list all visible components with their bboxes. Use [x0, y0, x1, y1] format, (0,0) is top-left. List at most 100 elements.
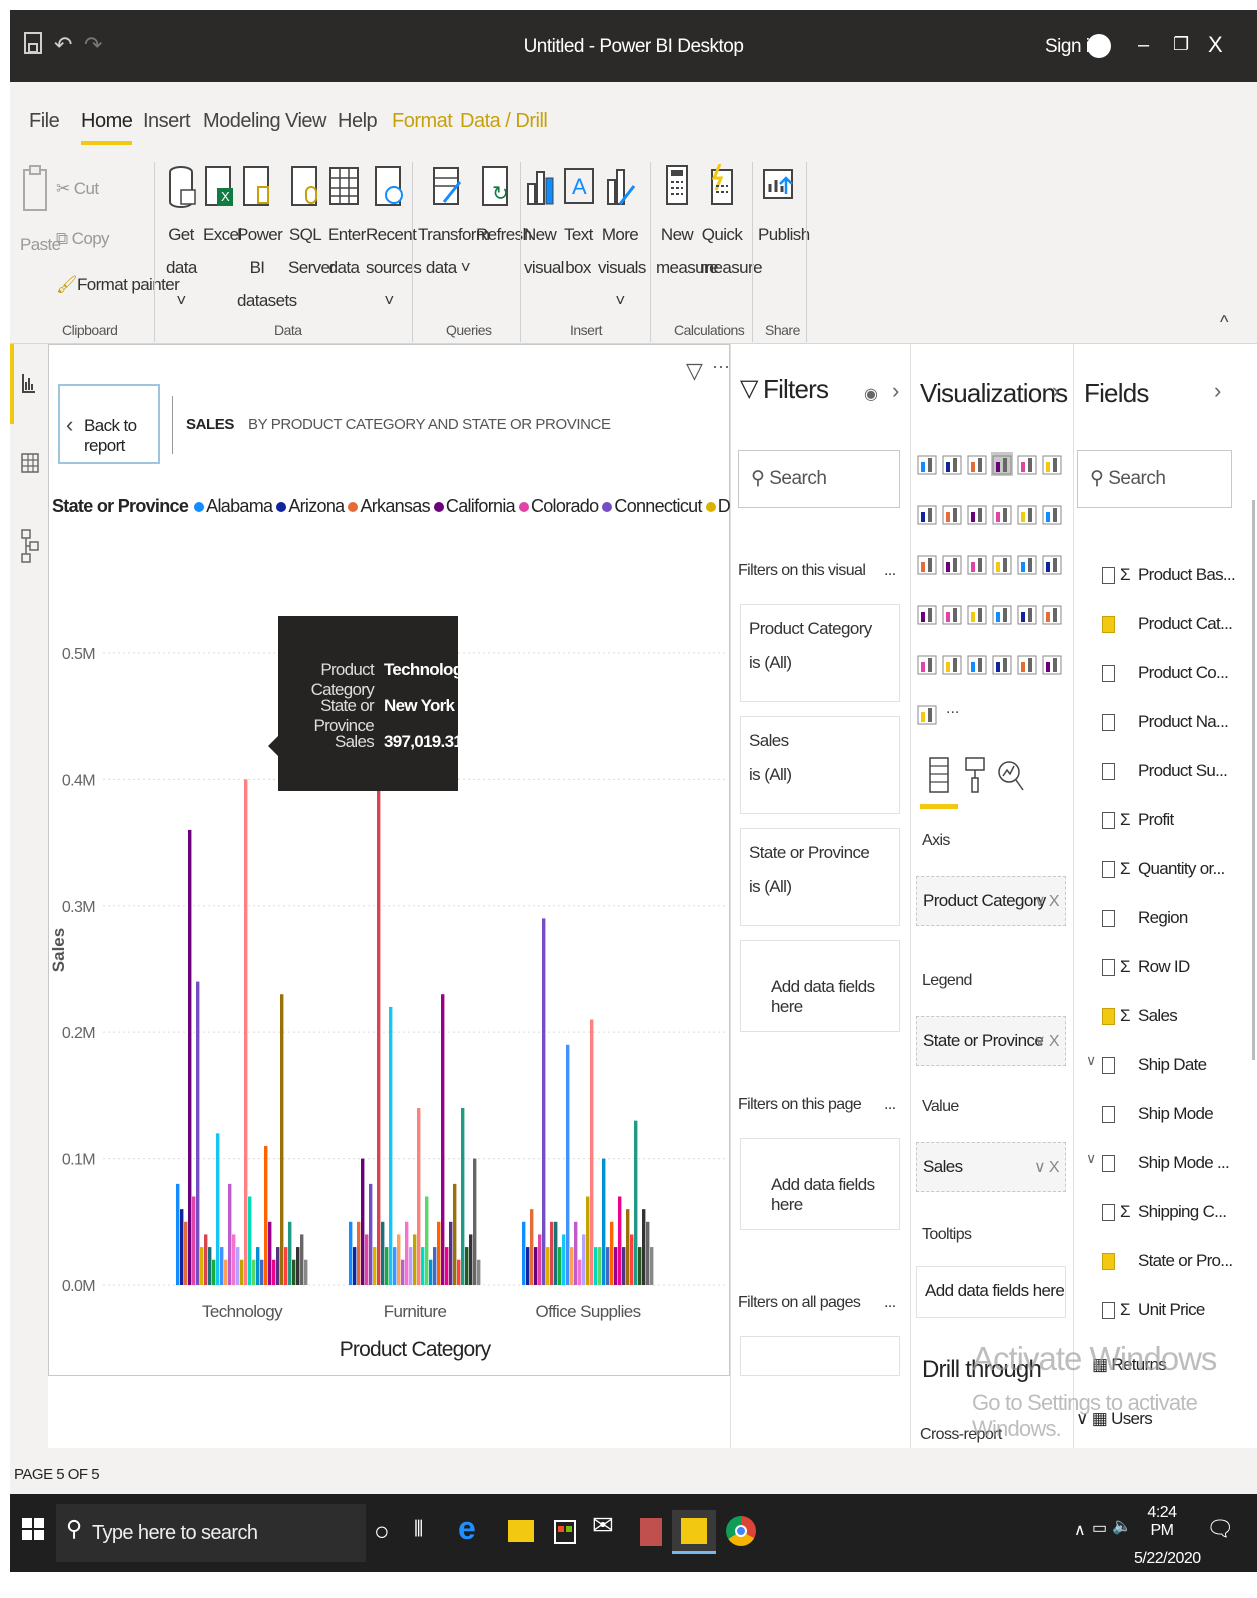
- field-item[interactable]: Σ Product Bas...: [1102, 560, 1236, 590]
- field-item[interactable]: Σ Unit Price: [1102, 1295, 1205, 1325]
- visual-type-icon[interactable]: [916, 652, 938, 676]
- visual-type-icon[interactable]: [1041, 652, 1063, 676]
- remove-field-icon[interactable]: ∨ X: [1034, 891, 1060, 911]
- more-icon[interactable]: ...: [884, 562, 896, 580]
- menu-file[interactable]: File: [29, 110, 60, 133]
- filter-drop-zone-all[interactable]: [740, 1336, 900, 1376]
- field-checkbox[interactable]: [1102, 665, 1115, 683]
- field-item[interactable]: Ship Mode: [1102, 1099, 1214, 1129]
- filters-search-input[interactable]: ⚲ Search: [738, 450, 900, 508]
- menu-modeling[interactable]: Modeling: [203, 110, 281, 133]
- visual-type-icon[interactable]: [966, 502, 988, 526]
- eye-icon[interactable]: ◉: [864, 384, 878, 404]
- expand-icon[interactable]: ∨: [1086, 1150, 1096, 1167]
- more-visuals-button[interactable]: More visuals ˅: [598, 164, 646, 317]
- expand-icon[interactable]: ∨: [1086, 1052, 1096, 1069]
- collapse-ribbon-icon[interactable]: ^: [1220, 312, 1228, 333]
- store-icon[interactable]: [548, 1510, 582, 1554]
- more-icon[interactable]: ...: [884, 1096, 896, 1114]
- visual-type-icon[interactable]: [966, 552, 988, 576]
- visual-type-icon[interactable]: [1041, 602, 1063, 626]
- minimize-icon[interactable]: –: [1138, 34, 1149, 57]
- scrollbar[interactable]: [1252, 500, 1255, 1060]
- format-tab-icon[interactable]: [964, 756, 986, 799]
- field-checkbox[interactable]: [1102, 567, 1115, 585]
- field-item[interactable]: State or Pro...: [1102, 1246, 1233, 1276]
- field-item[interactable]: Σ Sales: [1102, 1001, 1178, 1031]
- text-box-button[interactable]: A Text box: [564, 164, 594, 284]
- visual-type-icon[interactable]: [941, 602, 963, 626]
- tooltips-well[interactable]: Add data fields here: [916, 1266, 1066, 1318]
- new-visual-button[interactable]: New visual: [524, 164, 564, 284]
- visual-type-icon[interactable]: [1016, 502, 1038, 526]
- clock[interactable]: 4:24 PM 5/22/2020: [1134, 1504, 1201, 1568]
- legend-item[interactable]: Alabama: [194, 496, 273, 517]
- visual-type-icon[interactable]: [916, 552, 938, 576]
- mail-icon[interactable]: ✉: [592, 1510, 626, 1554]
- cut-button[interactable]: ✂ Cut: [56, 172, 99, 205]
- visual-type-icon[interactable]: [991, 652, 1013, 676]
- visual-type-icon[interactable]: [1016, 552, 1038, 576]
- get-data-button[interactable]: Get data ˅: [166, 164, 197, 317]
- back-to-report-button[interactable]: ‹ Back to report: [58, 384, 160, 464]
- field-checkbox[interactable]: [1102, 616, 1115, 634]
- field-checkbox[interactable]: [1102, 1302, 1115, 1320]
- value-well[interactable]: Sales ∨ X: [916, 1142, 1066, 1192]
- enter-data-button[interactable]: Enter data: [328, 164, 366, 284]
- visual-type-icon[interactable]: [991, 552, 1013, 576]
- field-checkbox[interactable]: [1102, 812, 1115, 830]
- visual-type-icon[interactable]: [966, 602, 988, 626]
- windows-start-icon[interactable]: [22, 1518, 44, 1545]
- power-bi-datasets-button[interactable]: Power BI datasets: [237, 164, 297, 317]
- analytics-tab-icon[interactable]: [998, 756, 1024, 801]
- field-checkbox[interactable]: [1102, 910, 1115, 928]
- legend-item[interactable]: Connecticut: [602, 496, 702, 517]
- quick-measure-button[interactable]: Quick measure: [700, 163, 763, 284]
- paste-button[interactable]: Paste: [20, 164, 61, 261]
- app-icon[interactable]: [636, 1510, 670, 1554]
- visual-type-icon[interactable]: [916, 502, 938, 526]
- transform-data-button[interactable]: Transform data ˅: [418, 164, 490, 284]
- copy-button[interactable]: ⧉ Copy: [56, 222, 110, 255]
- visual-type-icon[interactable]: [1016, 652, 1038, 676]
- restore-icon[interactable]: ❐: [1173, 34, 1189, 55]
- close-icon[interactable]: X: [1208, 32, 1223, 58]
- visual-type-icon[interactable]: [966, 652, 988, 676]
- notification-icon[interactable]: 🗨: [1206, 1516, 1234, 1542]
- task-view-icon[interactable]: ⫴: [414, 1516, 423, 1542]
- field-checkbox[interactable]: [1102, 1204, 1115, 1222]
- report-view-icon[interactable]: [21, 372, 37, 399]
- power-bi-taskbar-icon[interactable]: [672, 1510, 716, 1554]
- fields-tab-icon[interactable]: [928, 756, 950, 799]
- visual-type-icon[interactable]: [1041, 452, 1063, 476]
- visual-type-icon[interactable]: [1016, 452, 1038, 476]
- field-item[interactable]: Σ Shipping C...: [1102, 1197, 1227, 1227]
- field-item[interactable]: Product Cat...: [1102, 609, 1233, 639]
- remove-field-icon[interactable]: ∨ X: [1034, 1031, 1060, 1051]
- chevron-right-icon[interactable]: ›: [1052, 378, 1059, 404]
- avatar[interactable]: [1087, 34, 1111, 58]
- visual-type-icon[interactable]: [966, 452, 988, 476]
- filter-drop-zone-page[interactable]: Add data fields here: [740, 1138, 900, 1230]
- remove-field-icon[interactable]: ∨ X: [1034, 1157, 1060, 1177]
- axis-well[interactable]: Product Category ∨ X: [916, 876, 1066, 926]
- menu-help[interactable]: Help: [338, 110, 378, 133]
- field-item[interactable]: Region: [1102, 903, 1188, 933]
- menu-data-drill[interactable]: Data / Drill: [460, 110, 548, 133]
- cortana-icon[interactable]: ○: [374, 1516, 390, 1547]
- refresh-button[interactable]: ↻ Refresh: [476, 164, 532, 251]
- data-view-icon[interactable]: [21, 452, 39, 479]
- filter-card-state[interactable]: State or Province is (All): [740, 828, 900, 926]
- visual-type-icon[interactable]: [916, 452, 938, 476]
- recent-sources-button[interactable]: Recent sources ˅: [366, 164, 422, 317]
- visual-type-icon[interactable]: [941, 552, 963, 576]
- legend-well[interactable]: State or Province ∨ X: [916, 1016, 1066, 1066]
- visual-filter-icon[interactable]: ▽: [686, 358, 703, 384]
- legend-item[interactable]: Arizona: [276, 496, 345, 517]
- field-checkbox[interactable]: [1102, 861, 1115, 879]
- field-item[interactable]: Ship Mode ...: [1102, 1148, 1230, 1178]
- visual-type-icon[interactable]: [1041, 502, 1063, 526]
- field-item[interactable]: Product Co...: [1102, 658, 1229, 688]
- legend-item[interactable]: Colorado: [518, 496, 599, 517]
- chevron-right-icon[interactable]: ›: [1214, 378, 1221, 404]
